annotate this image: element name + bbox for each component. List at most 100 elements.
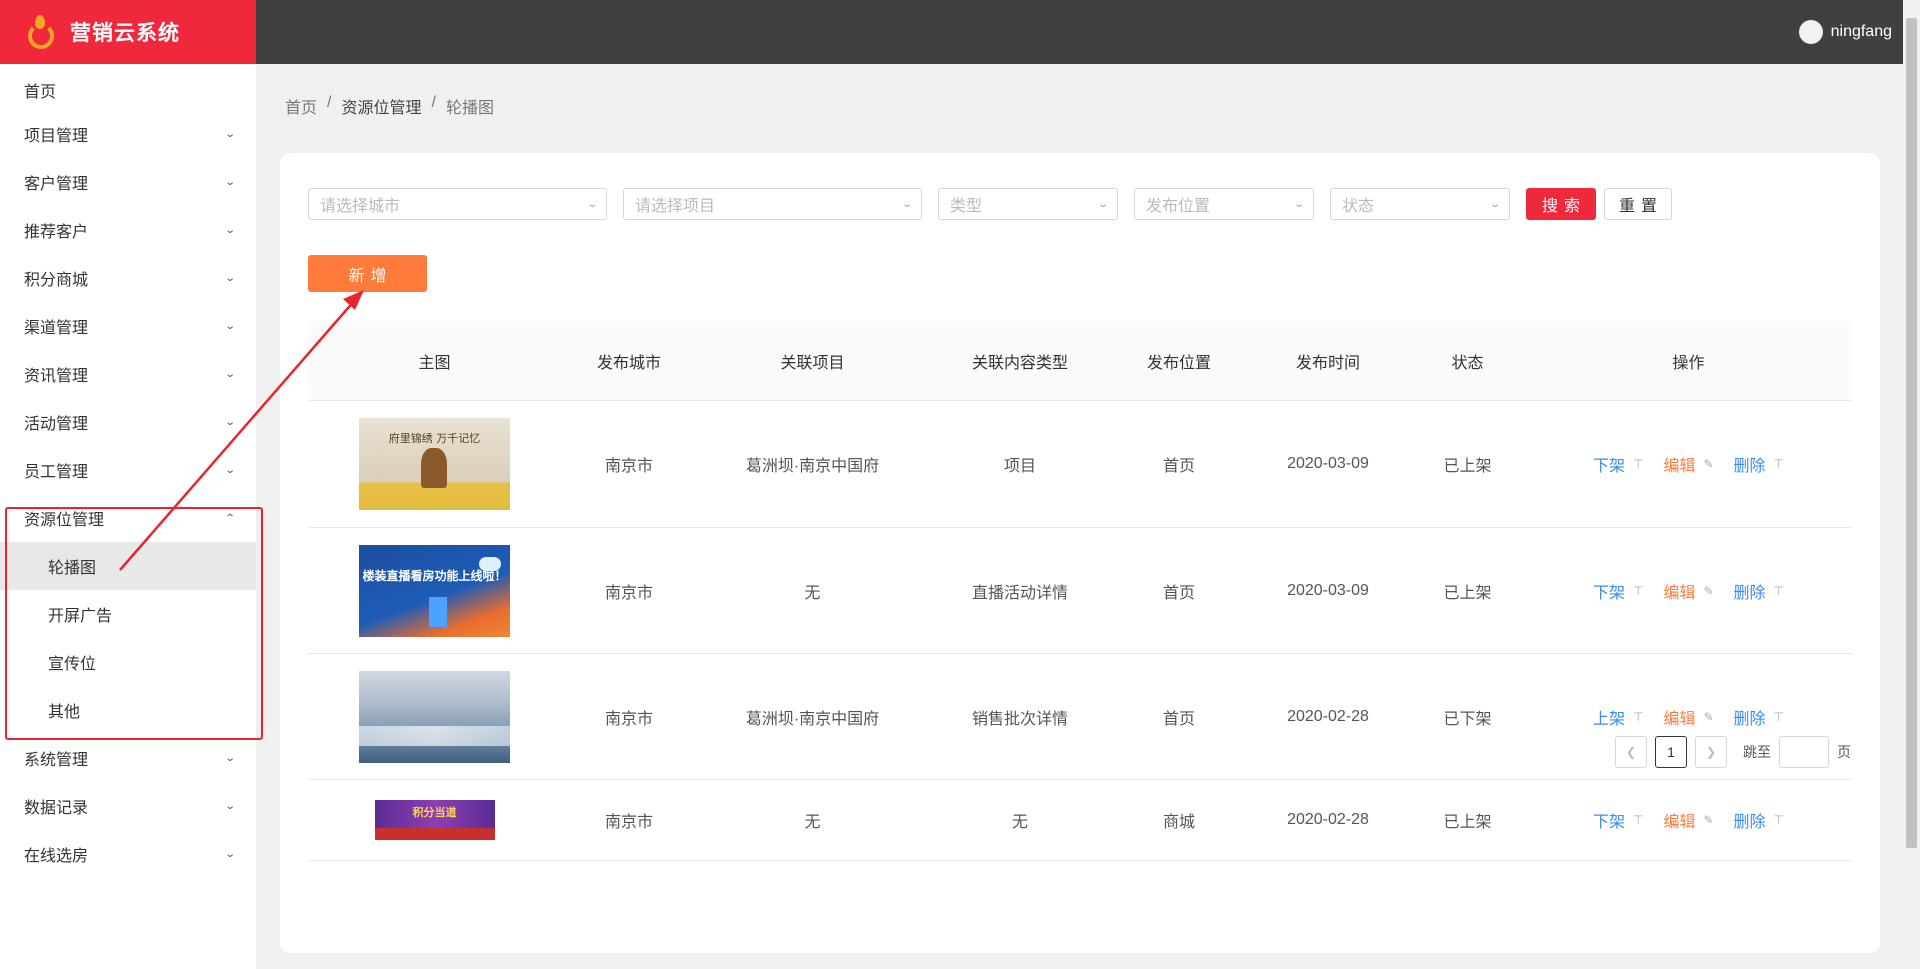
delete-button[interactable]: 删除 ⊤ <box>1734 808 1784 832</box>
content-type-cell: 直播活动详情 <box>971 584 1068 602</box>
actions-cell: 下架 ⊤ 编辑 ✎ 删除 ⊤ <box>1525 579 1852 603</box>
actions-cell: 下架 ⊤ 编辑 ✎ 删除 ⊤ <box>1525 808 1852 832</box>
sidebar-item-channels[interactable]: 渠道管理 ⌄ <box>0 302 256 350</box>
banner-image[interactable]: 府里锦绣 万千记忆 <box>359 418 510 510</box>
banner-image[interactable] <box>359 670 510 763</box>
cloud-illustration <box>479 556 501 571</box>
chevron-down-icon: ⌄ <box>224 320 236 332</box>
sidebar-item-other[interactable]: 其他 <box>0 686 256 734</box>
column-header: 操作 <box>1672 354 1705 372</box>
content-type-cell: 项目 <box>1003 458 1036 475</box>
image-cell: 楼装直播看房功能上线啦！ <box>308 544 561 637</box>
toggle-publish-button[interactable]: 上架 ⊤ <box>1593 705 1643 729</box>
sidebar-item-staff[interactable]: 员工管理 ⌄ <box>0 446 256 494</box>
project-select[interactable]: 请选择项目 ⌄ <box>623 188 922 220</box>
sidebar-item-data-records[interactable]: 数据记录 ⌄ <box>0 782 256 830</box>
top-header: ningfang <box>256 0 1920 64</box>
status-cell: 已上架 <box>1443 584 1492 602</box>
add-button[interactable]: 新增 <box>308 255 427 292</box>
sidebar-item-points-mall[interactable]: 积分商城 ⌄ <box>0 254 256 302</box>
sidebar-item-home[interactable]: 首页 <box>0 70 256 110</box>
jump-label: 跳至 <box>1743 744 1771 760</box>
jump-page-input[interactable] <box>1779 736 1829 768</box>
edit-button[interactable]: 编辑 ✎ <box>1663 452 1713 476</box>
image-cell <box>308 670 561 763</box>
city-cell: 南京市 <box>604 584 653 602</box>
banner-image[interactable]: 积分当道 <box>374 800 495 840</box>
breadcrumb-separator: / <box>327 94 332 111</box>
sidebar-item-online-rooms[interactable]: 在线选房 ⌄ <box>0 830 256 878</box>
sidebar-item-carousel[interactable]: 轮播图 <box>0 542 256 590</box>
next-page-button[interactable]: ❯ <box>1695 736 1727 768</box>
breadcrumb-resource-slots[interactable]: 资源位管理 <box>341 94 421 118</box>
toggle-publish-button[interactable]: 下架 ⊤ <box>1593 808 1643 832</box>
user-menu[interactable]: ningfang <box>1798 20 1892 44</box>
edit-button[interactable]: 编辑 ✎ <box>1663 579 1713 603</box>
page-number-current[interactable]: 1 <box>1655 736 1687 768</box>
time-cell: 2020-02-28 <box>1287 707 1369 725</box>
sidebar-item-splash-ads[interactable]: 开屏广告 <box>0 590 256 638</box>
action-label: 下架 <box>1592 814 1625 831</box>
time-cell: 2020-03-09 <box>1287 581 1369 599</box>
chevron-down-icon: ⌄ <box>224 272 236 284</box>
edit-icon: ✎ <box>1703 583 1714 598</box>
type-select[interactable]: 类型 ⌄ <box>938 188 1118 220</box>
banner-caption: 积分当道 <box>412 807 457 819</box>
action-label: 删除 <box>1733 458 1766 475</box>
sidebar-item-customers[interactable]: 客户管理 ⌄ <box>0 158 256 206</box>
status-select[interactable]: 状态 ⌄ <box>1330 188 1510 220</box>
column-header: 状态 <box>1451 354 1484 372</box>
breadcrumb-home[interactable]: 首页 <box>285 94 317 118</box>
search-button[interactable]: 搜索 <box>1526 188 1596 220</box>
toggle-publish-button[interactable]: 下架 ⊤ <box>1593 452 1643 476</box>
phone-illustration <box>429 596 447 627</box>
table-row: 府里锦绣 万千记忆 南京市 葛洲坝·南京中国府 项目 首页 2020-03-09… <box>308 401 1852 528</box>
action-label: 删除 <box>1733 814 1766 831</box>
delete-button[interactable]: 删除 ⊤ <box>1734 452 1784 476</box>
chevron-down-icon: ⌄ <box>901 198 913 210</box>
edit-button[interactable]: 编辑 ✎ <box>1663 705 1713 729</box>
sidebar-item-activities[interactable]: 活动管理 ⌄ <box>0 398 256 446</box>
sidebar-item-label: 数据记录 <box>24 800 89 817</box>
pin-top-icon: ⊤ <box>1773 709 1784 724</box>
prev-page-button[interactable]: ❮ <box>1615 736 1647 768</box>
reset-button[interactable]: 重置 <box>1604 188 1672 220</box>
sidebar: 营销云系统 首页 项目管理 ⌄ 客户管理 ⌄ 推荐客户 ⌄ 积分商城 ⌄ 渠道管理 ⌄ 资… <box>0 0 256 969</box>
scrollbar[interactable] <box>1903 0 1920 969</box>
sidebar-item-label: 积分商城 <box>24 272 89 289</box>
position-select[interactable]: 发布位置 ⌄ <box>1134 188 1314 220</box>
action-label: 编辑 <box>1663 710 1696 728</box>
action-label: 删除 <box>1733 710 1766 728</box>
sidebar-item-projects[interactable]: 项目管理 ⌄ <box>0 110 256 158</box>
time-cell: 2020-02-28 <box>1287 811 1369 828</box>
action-label: 编辑 <box>1663 584 1696 602</box>
banner-image[interactable]: 楼装直播看房功能上线啦！ <box>359 544 510 637</box>
sidebar-item-promo-slots[interactable]: 宣传位 <box>0 638 256 686</box>
actions-cell: 下架 ⊤ 编辑 ✎ 删除 ⊤ <box>1525 452 1852 476</box>
sidebar-item-resource-slots[interactable]: 资源位管理 ⌃ <box>0 494 256 542</box>
page-suffix: 页 <box>1837 744 1851 760</box>
edit-icon: ✎ <box>1703 457 1714 471</box>
select-placeholder: 类型 <box>950 198 983 215</box>
column-header: 关联内容类型 <box>971 354 1068 372</box>
chevron-up-icon: ⌃ <box>224 512 236 524</box>
filter-bar: 请选择城市 ⌄ 请选择项目 ⌄ 类型 ⌄ 发布位置 ⌄ 状态 ⌄ 搜索 重置 <box>308 188 1672 220</box>
app-logo[interactable]: 营销云系统 <box>0 0 256 64</box>
sidebar-item-label: 渠道管理 <box>24 320 89 337</box>
action-label: 下架 <box>1592 458 1625 475</box>
city-select[interactable]: 请选择城市 ⌄ <box>308 188 607 220</box>
sidebar-item-news[interactable]: 资讯管理 ⌄ <box>0 350 256 398</box>
chevron-down-icon: ⌄ <box>586 198 598 210</box>
content-type-cell: 无 <box>1011 814 1028 831</box>
table-row: 楼装直播看房功能上线啦！ 南京市 无 直播活动详情 首页 2020-03-09 … <box>308 528 1852 654</box>
delete-button[interactable]: 删除 ⊤ <box>1734 705 1784 729</box>
sidebar-item-system[interactable]: 系统管理 ⌄ <box>0 734 256 782</box>
banner-caption: 府里锦绣 万千记忆 <box>388 432 481 445</box>
status-cell: 已上架 <box>1443 814 1492 831</box>
delete-button[interactable]: 删除 ⊤ <box>1734 579 1784 603</box>
toggle-publish-button[interactable]: 下架 ⊤ <box>1593 579 1643 603</box>
sidebar-item-referrals[interactable]: 推荐客户 ⌄ <box>0 206 256 254</box>
pin-top-icon: ⊤ <box>1633 457 1644 471</box>
edit-button[interactable]: 编辑 ✎ <box>1663 808 1713 832</box>
scrollbar-thumb[interactable] <box>1906 18 1917 848</box>
